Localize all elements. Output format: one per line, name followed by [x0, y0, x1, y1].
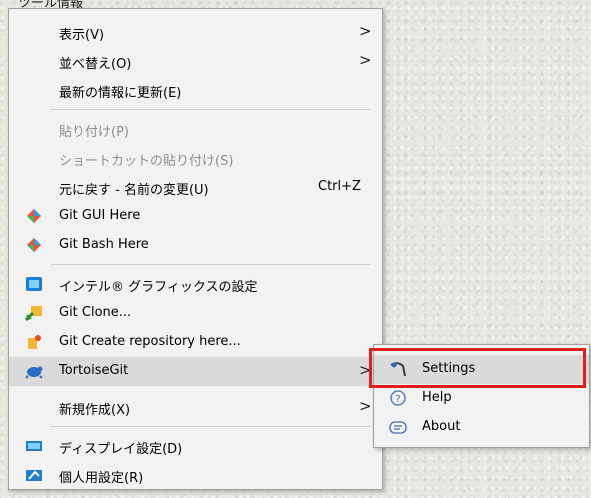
- context-menu: 表示(V) > 並べ替え(O) > 最新の情報に更新(E) 貼り付け(P) ショ…: [8, 8, 383, 490]
- intel-graphics-icon: [25, 276, 43, 292]
- menu-item-new[interactable]: 新規作成(X) >: [9, 393, 382, 422]
- menu-item-label: 元に戻す - 名前の変更(U): [59, 183, 209, 198]
- menu-separator: [51, 426, 371, 427]
- personalize-icon: [25, 467, 43, 483]
- menu-item-label: 新規作成(X): [59, 403, 131, 418]
- menu-item-undo-rename[interactable]: 元に戻す - 名前の変更(U) Ctrl+Z: [9, 173, 382, 202]
- menu-item-refresh[interactable]: 最新の情報に更新(E): [9, 76, 382, 105]
- svg-text:?: ?: [395, 394, 400, 405]
- submenu-item-help[interactable]: ? Help: [374, 384, 589, 413]
- menu-item-git-create-repo[interactable]: Git Create repository here...: [9, 328, 382, 357]
- menu-item-label: ショートカットの貼り付け(S): [59, 154, 234, 169]
- menu-item-label: ディスプレイ設定(D): [59, 442, 183, 457]
- menu-item-git-clone[interactable]: Git Clone...: [9, 299, 382, 328]
- git-diamond-icon: [25, 237, 43, 253]
- menu-item-intel-graphics[interactable]: インテル® グラフィックスの設定: [9, 270, 382, 299]
- menu-item-label: 貼り付け(P): [59, 125, 129, 140]
- menu-separator: [51, 264, 371, 265]
- menu-item-label: Git GUI Here: [59, 208, 141, 223]
- submenu-arrow-icon: >: [359, 397, 372, 415]
- menu-item-label: Git Create repository here...: [59, 334, 241, 349]
- tortoisegit-icon: [25, 363, 43, 379]
- menu-item-display-settings[interactable]: ディスプレイ設定(D): [9, 432, 382, 461]
- menu-item-personalize[interactable]: 個人用設定(R): [9, 461, 382, 490]
- menu-separator: [51, 109, 371, 110]
- menu-item-git-bash[interactable]: Git Bash Here: [9, 231, 382, 260]
- submenu-arrow-icon: >: [359, 51, 372, 69]
- menu-item-sort[interactable]: 並べ替え(O) >: [9, 47, 382, 76]
- menu-item-label: 最新の情報に更新(E): [59, 86, 182, 101]
- menu-item-git-gui[interactable]: Git GUI Here: [9, 202, 382, 231]
- menu-item-tortoisegit[interactable]: TortoiseGit >: [9, 357, 382, 386]
- menu-item-label: Git Clone...: [59, 305, 132, 320]
- about-icon: [389, 419, 407, 436]
- git-diamond-icon: [25, 208, 43, 224]
- menu-item-label: TortoiseGit: [59, 363, 129, 378]
- submenu-item-label: About: [422, 419, 461, 434]
- menu-item-view[interactable]: 表示(V) >: [9, 18, 382, 47]
- highlight-annotation-box: [369, 348, 586, 388]
- help-icon: ?: [389, 390, 407, 407]
- git-clone-icon: [24, 305, 43, 322]
- menu-item-paste: 貼り付け(P): [9, 115, 382, 144]
- menu-item-label: 個人用設定(R): [59, 471, 144, 486]
- submenu-item-label: Help: [422, 390, 452, 405]
- menu-item-label: Git Bash Here: [59, 237, 149, 252]
- menu-item-label: 並べ替え(O): [59, 57, 132, 72]
- submenu-arrow-icon: >: [359, 22, 372, 40]
- menu-item-label: 表示(V): [59, 28, 105, 43]
- menu-item-label: インテル® グラフィックスの設定: [59, 280, 258, 295]
- menu-item-paste-shortcut: ショートカットの貼り付け(S): [9, 144, 382, 173]
- shortcut-text: Ctrl+Z: [318, 179, 361, 194]
- display-icon: [25, 438, 43, 454]
- submenu-item-about[interactable]: About: [374, 413, 589, 442]
- git-create-repo-icon: [25, 334, 43, 350]
